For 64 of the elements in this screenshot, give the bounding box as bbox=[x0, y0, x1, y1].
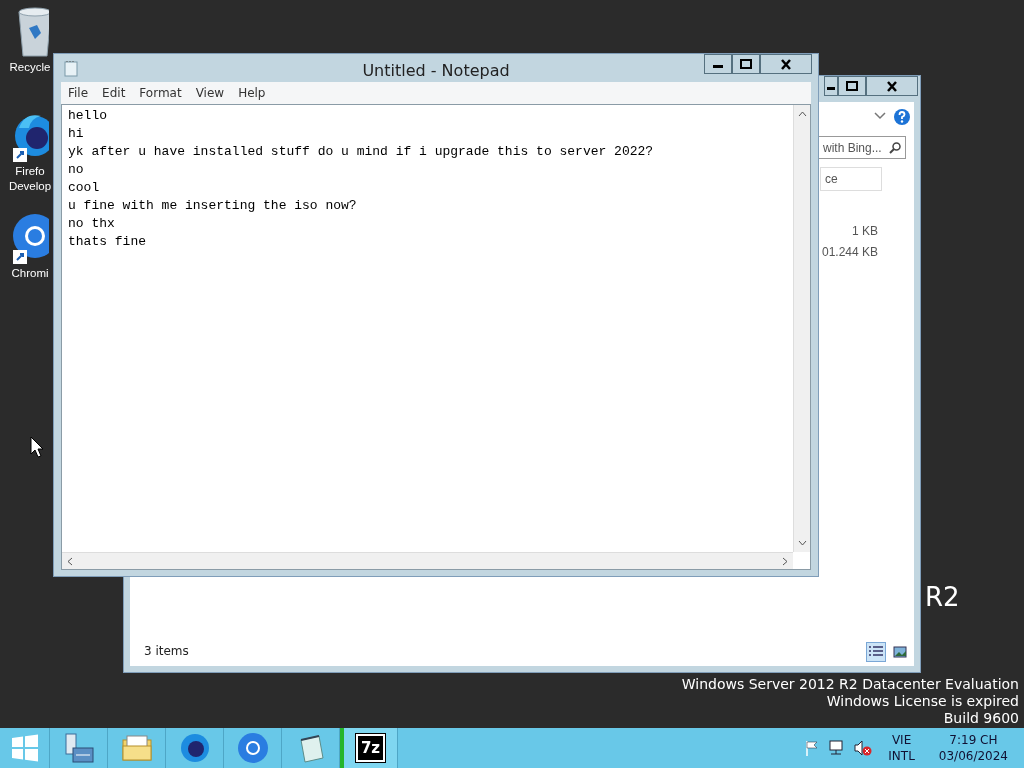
text-line: hello bbox=[68, 107, 108, 125]
minimize-button[interactable] bbox=[704, 54, 732, 74]
text-line: thats fine bbox=[68, 233, 147, 251]
minimize-icon bbox=[827, 87, 835, 90]
details-icon bbox=[869, 646, 883, 658]
help-icon[interactable] bbox=[894, 109, 910, 125]
search-field[interactable]: with Bing... bbox=[818, 136, 906, 159]
menu-item[interactable]: Format bbox=[132, 84, 189, 102]
app-logo: 7z bbox=[355, 733, 386, 763]
text-line: u fine with me inserting the iso now? bbox=[68, 197, 358, 215]
text-line: no thx bbox=[68, 215, 116, 233]
status-text: 3 items bbox=[144, 643, 189, 660]
close-button[interactable] bbox=[760, 54, 812, 74]
text-line: yk after u have installed stuff do u mind if i upgrade this to server 2022? bbox=[68, 143, 654, 161]
menu-item[interactable]: File bbox=[61, 84, 96, 102]
muted-speaker-icon[interactable] bbox=[854, 740, 873, 756]
horizontal-scrollbar[interactable] bbox=[62, 552, 793, 569]
close-icon bbox=[781, 58, 791, 70]
watermark-text: Build 9600 bbox=[942, 710, 1019, 727]
tiles-icon bbox=[893, 646, 907, 658]
notepad-icon bbox=[64, 60, 78, 77]
taskbar-app-button[interactable]: 7z bbox=[340, 728, 398, 768]
watermark-text: Windows Server 2012 R2 Datacenter Evaluation bbox=[681, 676, 1019, 693]
details-view-button[interactable] bbox=[866, 642, 886, 662]
text-area[interactable]: hello hi yk after u have installed stuff do u mind if i upgrade this to server 2022? no cool u fine with me inserting the iso now? no thx thats fine bbox=[61, 104, 811, 570]
watermark-text: R2 bbox=[925, 582, 960, 612]
icon-label: Chromi bbox=[11, 266, 49, 281]
maximize-icon bbox=[740, 59, 752, 69]
scroll-down-icon[interactable] bbox=[798, 540, 807, 546]
minimize-button[interactable] bbox=[824, 76, 838, 96]
minimize-icon bbox=[713, 65, 723, 68]
maximize-icon bbox=[846, 81, 858, 91]
maximize-button[interactable] bbox=[838, 76, 866, 96]
icon-label: Recycle bbox=[9, 60, 51, 75]
text-line: cool bbox=[68, 179, 101, 197]
search-icon bbox=[889, 141, 901, 154]
clock[interactable]: 7:19 CH 03/06/2024 bbox=[938, 732, 1008, 764]
language-indicator[interactable]: VIE INTL bbox=[888, 732, 915, 764]
scroll-up-icon[interactable] bbox=[798, 111, 807, 117]
watermark-text: Windows License is expired bbox=[825, 693, 1019, 710]
window-title: Untitled - Notepad bbox=[362, 60, 510, 82]
file-explorer-icon bbox=[120, 732, 153, 764]
menu-item[interactable]: Edit bbox=[95, 84, 133, 102]
chevron-down-icon[interactable] bbox=[874, 112, 886, 120]
text-line: hi bbox=[68, 125, 85, 143]
windows-logo-icon bbox=[10, 734, 39, 762]
firefox-icon bbox=[178, 732, 211, 764]
icon-label: Firefo bbox=[15, 164, 45, 179]
file-size: 01.244 KB bbox=[821, 244, 878, 261]
icon-label: Develop bbox=[8, 179, 52, 194]
menu-item[interactable]: View bbox=[188, 84, 232, 102]
vertical-scrollbar[interactable] bbox=[793, 105, 810, 552]
maximize-button[interactable] bbox=[732, 54, 760, 74]
file-size: 1 KB bbox=[852, 223, 878, 240]
close-button[interactable] bbox=[866, 76, 918, 96]
text-line: no bbox=[68, 161, 85, 179]
server-manager-icon bbox=[62, 732, 95, 764]
menu-item[interactable]: Help bbox=[231, 84, 273, 102]
close-icon bbox=[887, 80, 897, 92]
chromium-icon bbox=[236, 732, 269, 764]
cursor-icon bbox=[30, 436, 44, 458]
scroll-right-icon[interactable] bbox=[782, 557, 788, 566]
scroll-left-icon[interactable] bbox=[67, 557, 73, 566]
input-field[interactable]: ce bbox=[820, 167, 882, 191]
